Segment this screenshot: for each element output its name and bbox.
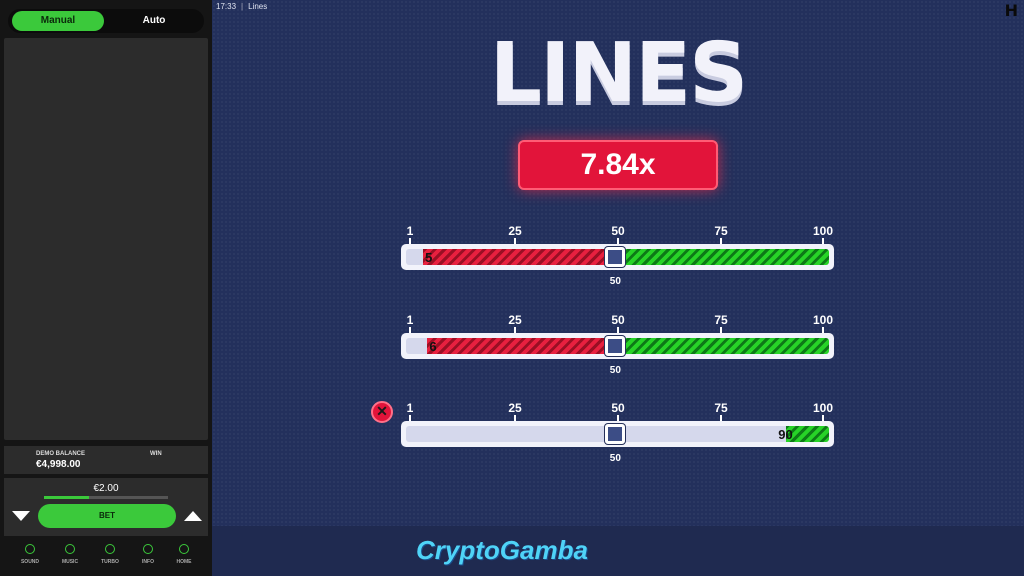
balance-box: DEMO BALANCE €4,998.00 WIN [4,446,208,474]
win-range [615,338,829,354]
scale-tick-label: 75 [714,313,728,327]
game-title: LINES [489,26,748,121]
nav-music[interactable]: MUSIC [50,544,90,565]
nav-music-label: MUSIC [61,559,79,565]
bet-controls: €2.00 BET [4,478,208,536]
mode-tabs: Manual Auto [8,9,204,33]
sound-icon [25,544,35,554]
nav-info[interactable]: INFO [128,544,168,565]
result-marker: 6 [429,339,437,354]
win-label: WIN [150,451,162,457]
bet-amount: €2.00 [93,483,119,494]
balance-label: DEMO BALANCE [36,451,85,457]
handle-value-label: 50 [609,276,621,287]
lose-range [427,338,616,354]
window-title: Lines [248,2,268,11]
watermark: CryptoGamba [416,535,588,565]
line-handle[interactable] [605,247,626,267]
multiplier-display: 7.84x [518,140,718,190]
side-panel: Manual Auto DEMO BALANCE €4,998.00 WIN €… [0,0,212,576]
separator: | [241,2,244,11]
line-track[interactable]: 5 [401,244,834,270]
scale-tick-label: 1 [406,313,414,327]
turbo-icon [105,544,115,554]
scale-tick-label: 100 [812,401,834,415]
lose-range [423,249,616,265]
scale-tick-label: 100 [812,313,834,327]
balance-value: €4,998.00 [36,459,81,470]
scale-tick-label: 100 [812,224,834,238]
music-icon [65,544,75,554]
scale-tick-label: 50 [611,313,625,327]
bet-slider-fill [44,496,89,499]
scale-tick-label: 75 [714,224,728,238]
tab-manual[interactable]: Manual [12,11,104,31]
handle-value-label: 50 [609,365,621,376]
scale-tick-label: 50 [611,401,625,415]
nav-sound[interactable]: SOUND [10,544,50,565]
nav-sound-label: SOUND [20,559,40,565]
nav-home[interactable]: HOME [164,544,204,565]
clock: 17:33 [216,2,237,11]
scale-tick-label: 50 [611,224,625,238]
scale-tick-label: 1 [406,401,414,415]
nav-turbo[interactable]: TURBO [90,544,130,565]
home-icon [179,544,189,554]
nav-info-label: INFO [142,559,154,565]
info-icon [143,544,153,554]
result-marker: 90 [778,427,793,442]
win-range [615,249,829,265]
bottom-band [212,526,1024,576]
remove-line-icon[interactable]: ✕ [371,401,393,423]
result-marker: 5 [425,250,433,265]
line-track[interactable]: 6 [401,333,834,359]
top-bar: 17:33 | Lines [216,2,267,11]
increase-bet-icon[interactable] [184,511,202,521]
provider-logo: H [1004,1,1018,20]
scale-tick-label: 1 [406,224,414,238]
decrease-bet-icon[interactable] [12,511,30,521]
bet-button[interactable]: BET [38,504,176,528]
line-handle[interactable] [605,336,626,356]
scale-tick-label: 25 [508,224,522,238]
scale-tick-label: 25 [508,313,522,327]
line-handle[interactable] [605,424,626,444]
scale-tick-label: 25 [508,401,522,415]
nav-home-label: HOME [176,559,192,565]
handle-value-label: 50 [609,453,621,464]
nav-turbo-label: TURBO [101,559,119,565]
tab-auto[interactable]: Auto [108,11,200,31]
game-area: 17:33 | Lines H LINES 7.84x 1 25 50 75 100 5 50 1… [212,0,1024,576]
bet-history-panel [4,38,208,440]
scale-tick-label: 75 [714,401,728,415]
line-track[interactable]: 90 [401,421,834,447]
footer-nav: SOUND MUSIC TURBO INFO HOME [4,540,208,574]
